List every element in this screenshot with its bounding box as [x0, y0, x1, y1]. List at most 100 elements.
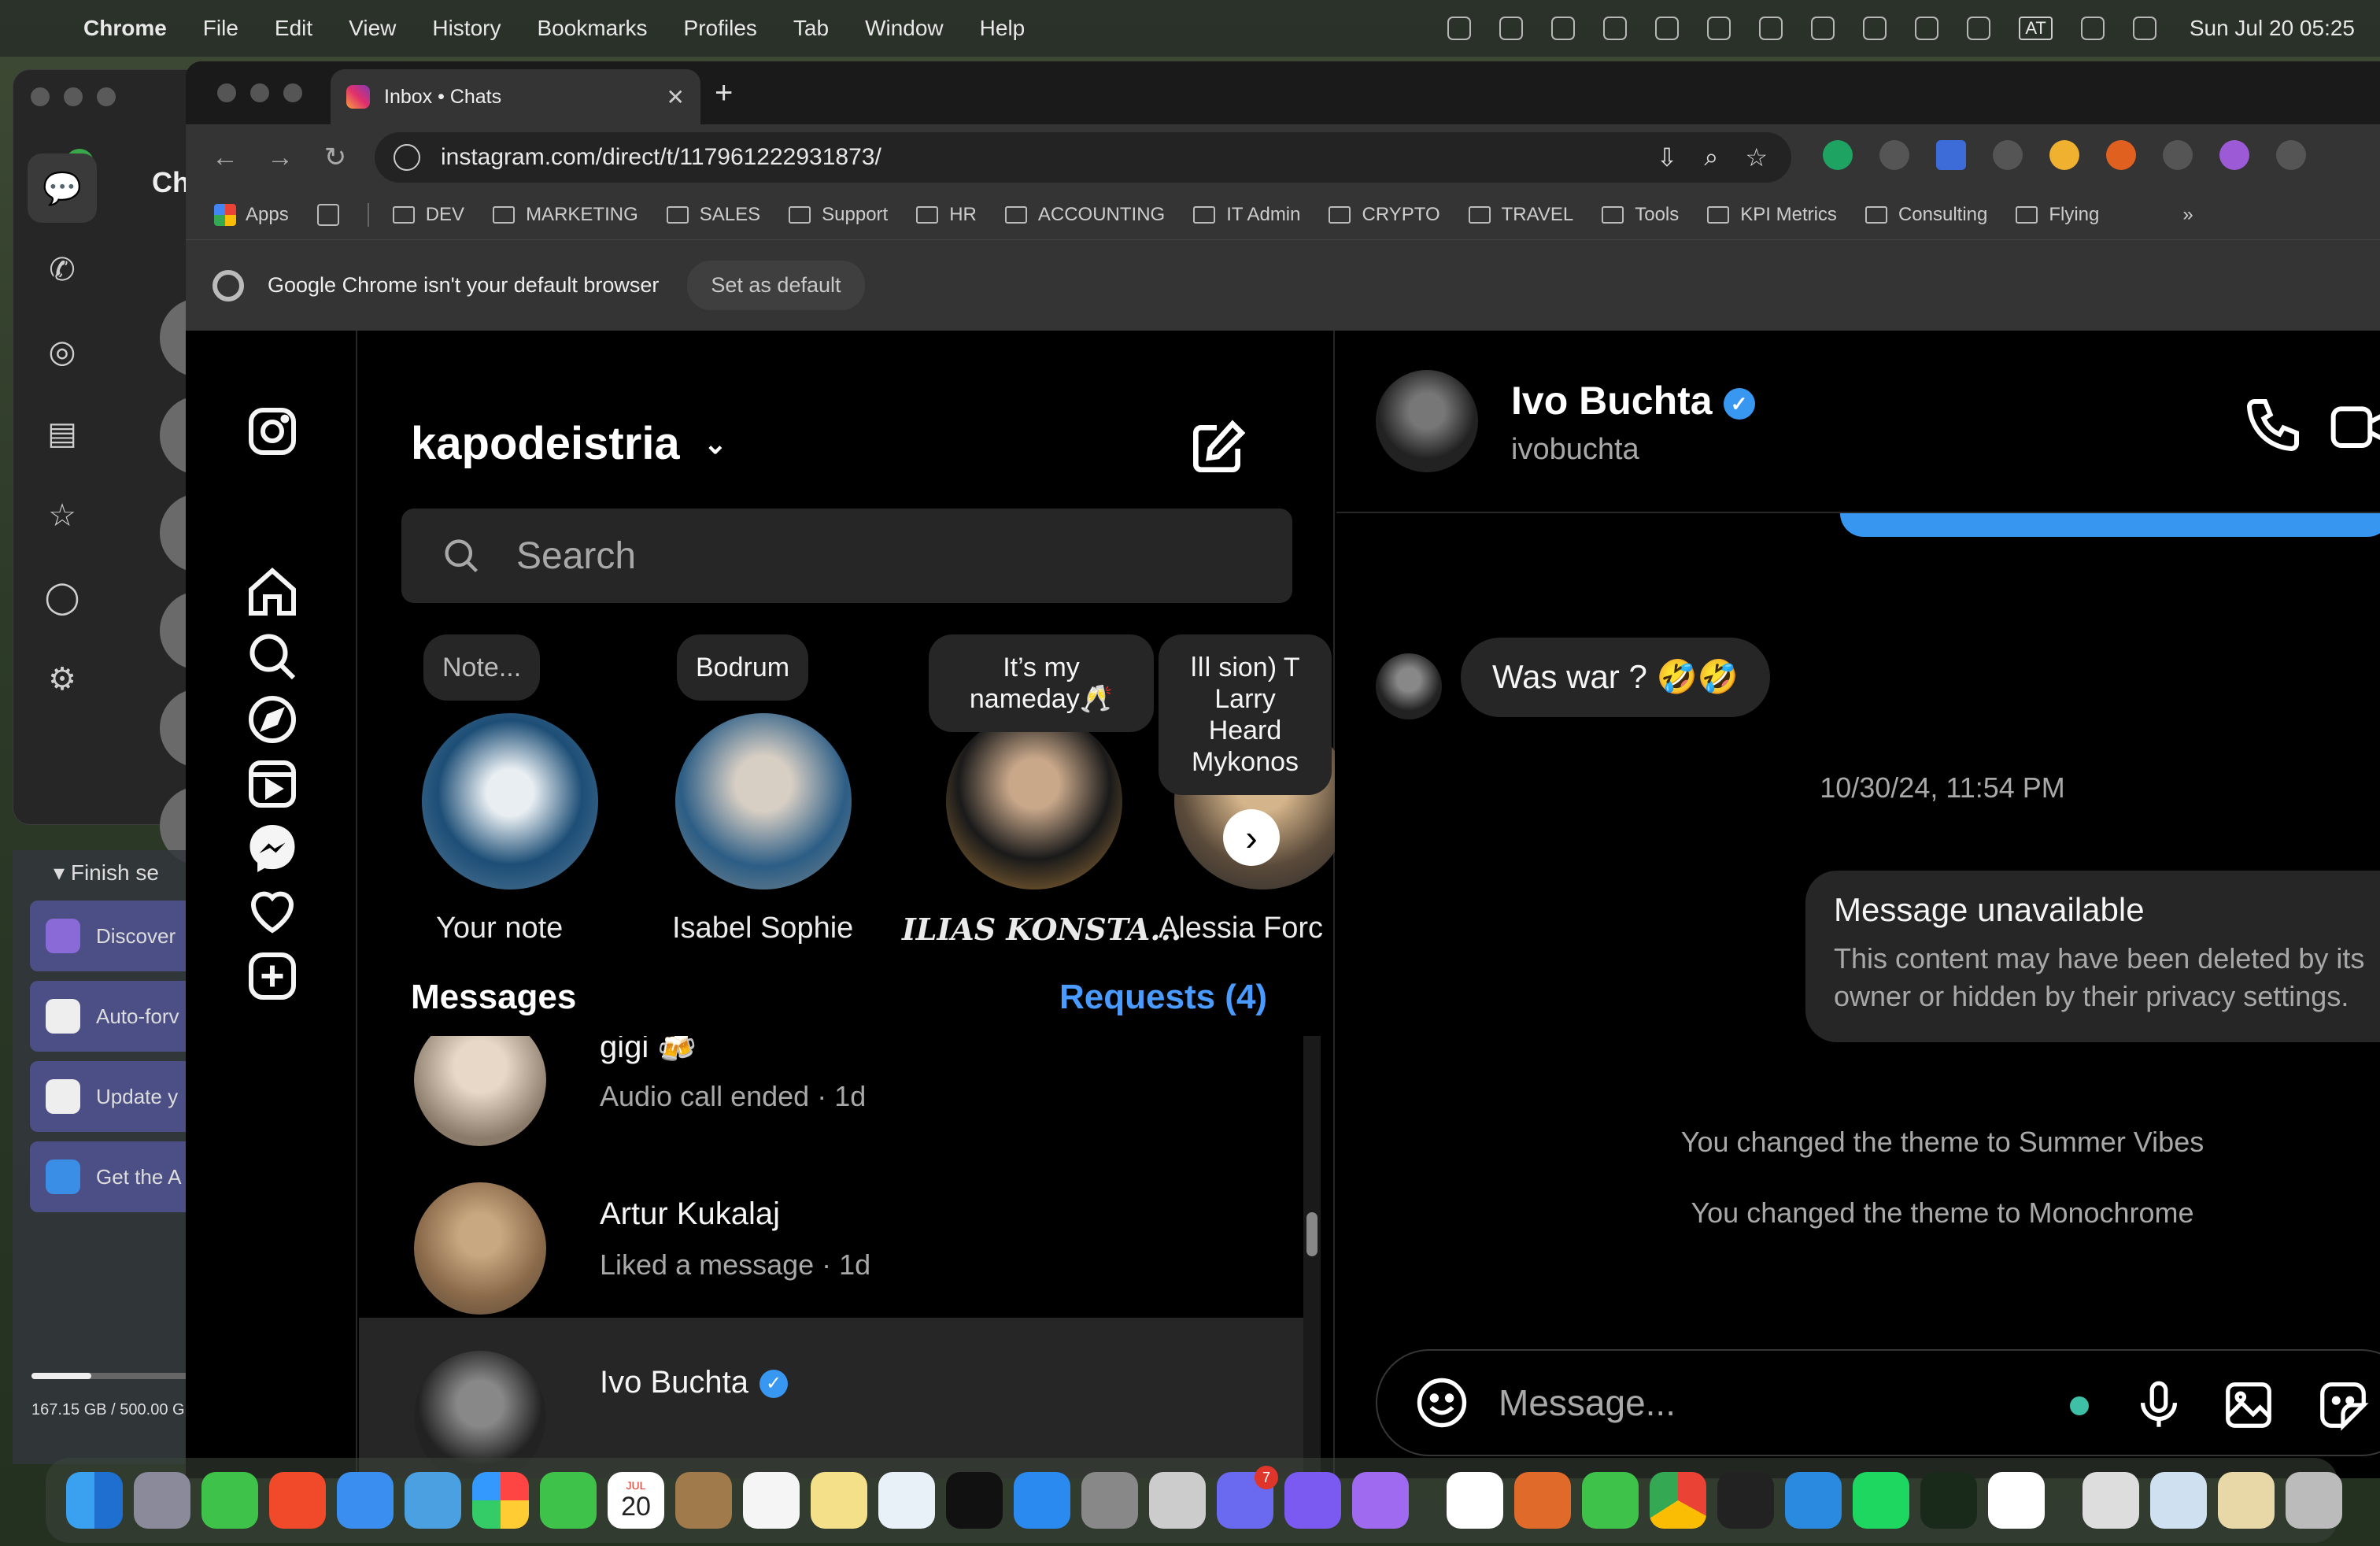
bookmark-apps[interactable]: Apps	[214, 204, 289, 226]
maps-icon[interactable]	[405, 1472, 461, 1529]
forward-icon[interactable]: →	[264, 142, 296, 173]
grammarly-extension-icon[interactable]	[1823, 140, 1853, 170]
phone-icon[interactable]: ✆	[28, 235, 97, 305]
grid-icon[interactable]	[1811, 17, 1835, 40]
video-call-icon[interactable]	[2328, 398, 2380, 453]
home-icon[interactable]	[242, 562, 302, 622]
install-app-icon[interactable]: ⇩	[1657, 142, 1678, 172]
photos-icon[interactable]	[472, 1472, 529, 1529]
menu-history[interactable]: History	[432, 16, 501, 41]
notes-icon[interactable]	[811, 1472, 867, 1529]
chat-name-wrap[interactable]: Ivo Buchta ✓	[1511, 378, 1755, 423]
message-bubble[interactable]: Was war ? 🤣🤣	[1461, 638, 1771, 717]
bookmark-folder-sales[interactable]: SALES	[666, 204, 760, 226]
freeform-icon[interactable]	[878, 1472, 935, 1529]
bookmark-folder-crypto[interactable]: CRYPTO	[1329, 204, 1440, 226]
extension-icon[interactable]	[1879, 140, 1909, 170]
settings-icon[interactable]: ⚙	[28, 645, 97, 714]
proton-vpn-icon[interactable]	[1284, 1472, 1341, 1529]
play-icon[interactable]	[1863, 17, 1887, 40]
minimize-dot[interactable]	[64, 87, 83, 106]
calendar-icon[interactable]: JUL 20	[608, 1472, 664, 1529]
search-icon[interactable]	[242, 627, 302, 686]
chats-icon[interactable]: 💬	[28, 153, 97, 223]
bookmark-folder-travel[interactable]: TRAVEL	[1468, 204, 1573, 226]
openai-icon[interactable]	[1447, 17, 1472, 40]
set-default-button[interactable]: Set as default	[687, 261, 865, 310]
image-icon[interactable]	[2221, 1378, 2276, 1433]
microphone-icon[interactable]	[2131, 1378, 2186, 1433]
activity-monitor-icon[interactable]	[1920, 1472, 1977, 1529]
mail-icon[interactable]	[337, 1472, 394, 1529]
bookmark-star-icon[interactable]: ☆	[1745, 142, 1768, 172]
menu-file[interactable]: File	[203, 16, 238, 41]
documents-stack-icon[interactable]	[2082, 1472, 2139, 1529]
close-tab-icon[interactable]: ✕	[667, 84, 685, 110]
menu-bookmarks[interactable]: Bookmarks	[537, 16, 647, 41]
zoom-dot[interactable]	[283, 83, 302, 102]
conversation-scrollbar[interactable]	[1303, 1036, 1321, 1478]
star-icon[interactable]: ☆	[28, 481, 97, 550]
reminders-icon[interactable]	[743, 1472, 800, 1529]
files-stack-icon[interactable]	[2218, 1472, 2275, 1529]
bookmark-folder-it-admin[interactable]: IT Admin	[1193, 204, 1300, 226]
menu-clock[interactable]: Sun Jul 20 05:25	[2190, 16, 2355, 41]
bookmark-folder-consulting[interactable]: Consulting	[1864, 204, 1987, 226]
tab-groups-button[interactable]	[316, 204, 339, 226]
linear-icon[interactable]	[1352, 1472, 1409, 1529]
sticker-icon[interactable]	[2315, 1378, 2371, 1433]
finder-icon[interactable]	[66, 1472, 123, 1529]
site-info-icon[interactable]	[394, 144, 420, 171]
phone-icon[interactable]	[2241, 394, 2304, 457]
minimize-dot[interactable]	[250, 83, 269, 102]
search-icon[interactable]	[2080, 17, 2105, 40]
dropbox-icon[interactable]	[1759, 17, 1783, 40]
app-store-icon[interactable]	[1014, 1472, 1070, 1529]
tab-inbox[interactable]: Inbox • Chats ✕	[331, 69, 700, 124]
extension-icon[interactable]	[2163, 140, 2193, 170]
emoji-icon[interactable]	[1414, 1374, 1470, 1431]
close-dot[interactable]	[31, 87, 50, 106]
menu-view[interactable]: View	[349, 16, 396, 41]
bookmark-folder-hr[interactable]: HR	[916, 204, 977, 226]
extension-icon[interactable]	[2049, 140, 2079, 170]
finish-setup-header[interactable]: ▾ Finish se	[54, 860, 159, 886]
scrollbar-thumb[interactable]	[1306, 1212, 1318, 1256]
messages-icon[interactable]	[201, 1472, 258, 1529]
bookmark-folder-accounting[interactable]: ACCOUNTING	[1004, 204, 1165, 226]
terminal-icon[interactable]	[1717, 1472, 1774, 1529]
task-update[interactable]: Update y	[30, 1061, 194, 1132]
conversation-row-active[interactable]: Ivo Buchta ✓	[359, 1318, 1303, 1478]
chatgpt-icon[interactable]	[1988, 1472, 2045, 1529]
create-icon[interactable]	[242, 946, 302, 1006]
message-composer[interactable]: Message...	[1376, 1349, 2380, 1456]
account-switcher[interactable]: kapodeistria ⌄	[411, 417, 727, 470]
menu-window[interactable]: Window	[865, 16, 944, 41]
control-center-icon[interactable]	[2132, 17, 2156, 40]
lastpass-icon[interactable]	[1655, 17, 1680, 40]
facetime-icon[interactable]	[540, 1472, 597, 1529]
grammarly-icon[interactable]	[1551, 17, 1576, 40]
apple-tv-icon[interactable]	[946, 1472, 1003, 1529]
conversation-row[interactable]: gigi 🍻 Audio call ended · 1d	[359, 1036, 1303, 1149]
avatar[interactable]	[1376, 653, 1442, 719]
avatar[interactable]	[1376, 370, 1478, 472]
metamask-icon[interactable]	[2106, 140, 2136, 170]
reload-icon[interactable]: ↻	[320, 142, 351, 173]
bookmark-folder-flying[interactable]: Flying	[2016, 204, 2099, 226]
bookmark-folder-tools[interactable]: Tools	[1602, 204, 1679, 226]
search-field[interactable]: Search	[401, 509, 1292, 603]
extension-icon[interactable]	[1993, 140, 2023, 170]
new-tab-button[interactable]: +	[715, 76, 733, 111]
downloads-stack-icon[interactable]	[2150, 1472, 2207, 1529]
zoom-icon[interactable]: ⌕	[1704, 142, 1718, 172]
heart-icon[interactable]	[242, 882, 302, 941]
vscode-icon[interactable]	[1785, 1472, 1842, 1529]
meta-ai-icon[interactable]: ◯	[28, 563, 97, 632]
close-dot[interactable]	[217, 83, 236, 102]
task-discover[interactable]: Discover	[30, 901, 194, 971]
address-bar[interactable]: instagram.com/direct/t/117961222931873/ …	[375, 132, 1791, 183]
explore-icon[interactable]	[242, 690, 302, 749]
system-settings-icon[interactable]	[1081, 1472, 1138, 1529]
notion-icon[interactable]	[1447, 1472, 1503, 1529]
